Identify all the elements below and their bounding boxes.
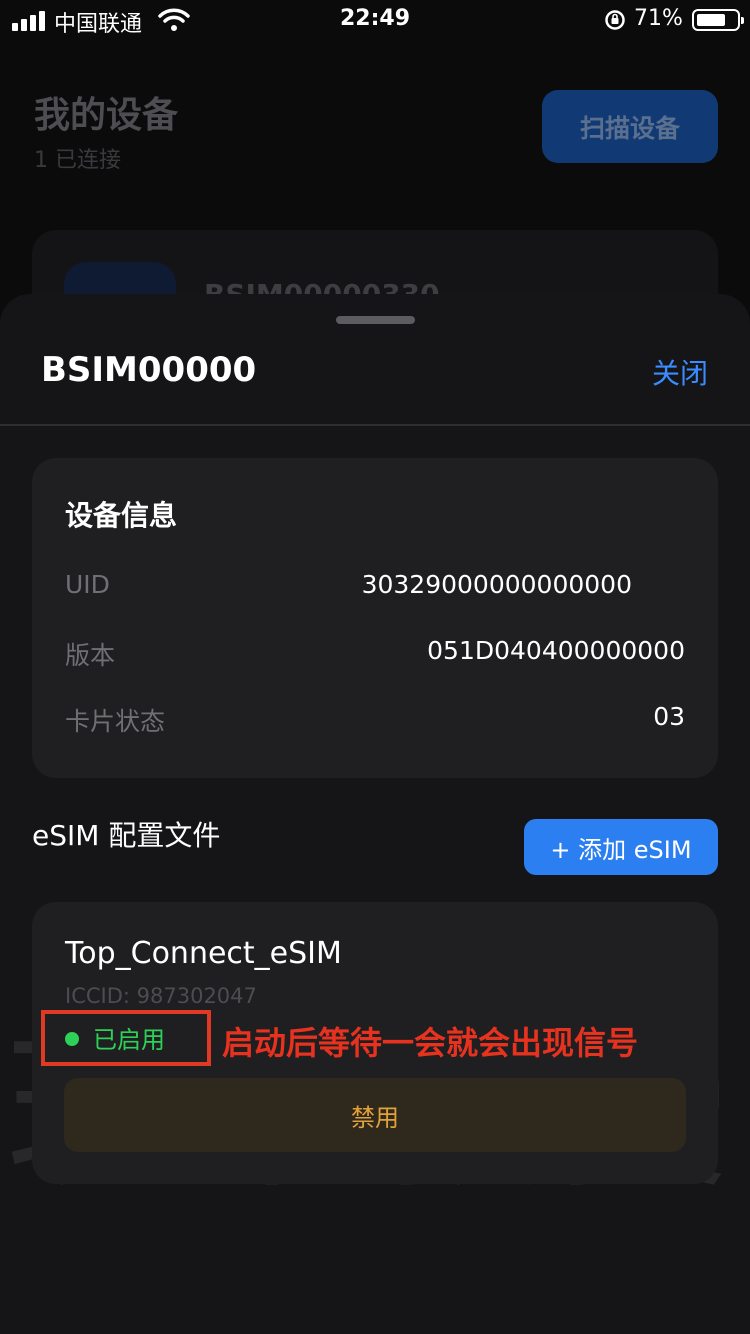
connected-count: 1 已连接 xyxy=(34,148,121,173)
device-detail-sheet: BSIM00000 关闭 设备信息 UID 30329000000000000 … xyxy=(0,294,750,1334)
sheet-grabber[interactable] xyxy=(336,316,415,324)
close-button[interactable]: 关闭 xyxy=(652,352,708,392)
annotation-highlight-box xyxy=(41,1010,211,1066)
info-row-card-status: 卡片状态 03 xyxy=(65,702,685,742)
status-bar: 中国联通 22:49 71% xyxy=(0,0,750,40)
info-label: 卡片状态 xyxy=(65,707,166,736)
info-row-version: 版本 051D040400000000 xyxy=(65,636,685,676)
battery-icon xyxy=(692,9,744,31)
profile-iccid: ICCID: 987302047 xyxy=(65,984,257,1008)
sheet-title: BSIM00000 xyxy=(41,350,257,390)
device-info-heading: 设备信息 xyxy=(65,499,178,532)
info-label: 版本 xyxy=(65,641,116,670)
info-value: 30329000000000000 xyxy=(361,570,632,599)
info-value: 051D040400000000 xyxy=(427,636,685,665)
orientation-lock-icon xyxy=(605,10,625,30)
info-row-uid: UID 30329000000000000 xyxy=(65,570,685,610)
scan-devices-button[interactable]: 扫描设备 xyxy=(542,90,718,163)
device-info-card: 设备信息 UID 30329000000000000 版本 051D040400… xyxy=(32,458,718,778)
page-title: 我的设备 xyxy=(34,95,179,136)
profile-name: Top_Connect_eSIM xyxy=(65,936,342,971)
add-esim-button[interactable]: + 添加 eSIM xyxy=(524,819,718,875)
info-label: UID xyxy=(65,570,110,599)
divider xyxy=(0,424,750,426)
disable-profile-button[interactable]: 禁用 xyxy=(64,1078,686,1152)
screen: 中国联通 22:49 71% 我的设备 1 已连接 扫描设备 BSIM00000… xyxy=(0,0,750,1334)
battery-percent: 71% xyxy=(634,6,683,31)
info-value: 03 xyxy=(653,702,685,731)
esim-profiles-heading: eSIM 配置文件 xyxy=(32,819,221,852)
annotation-text: 启动后等待一会就会出现信号 xyxy=(222,1024,639,1062)
